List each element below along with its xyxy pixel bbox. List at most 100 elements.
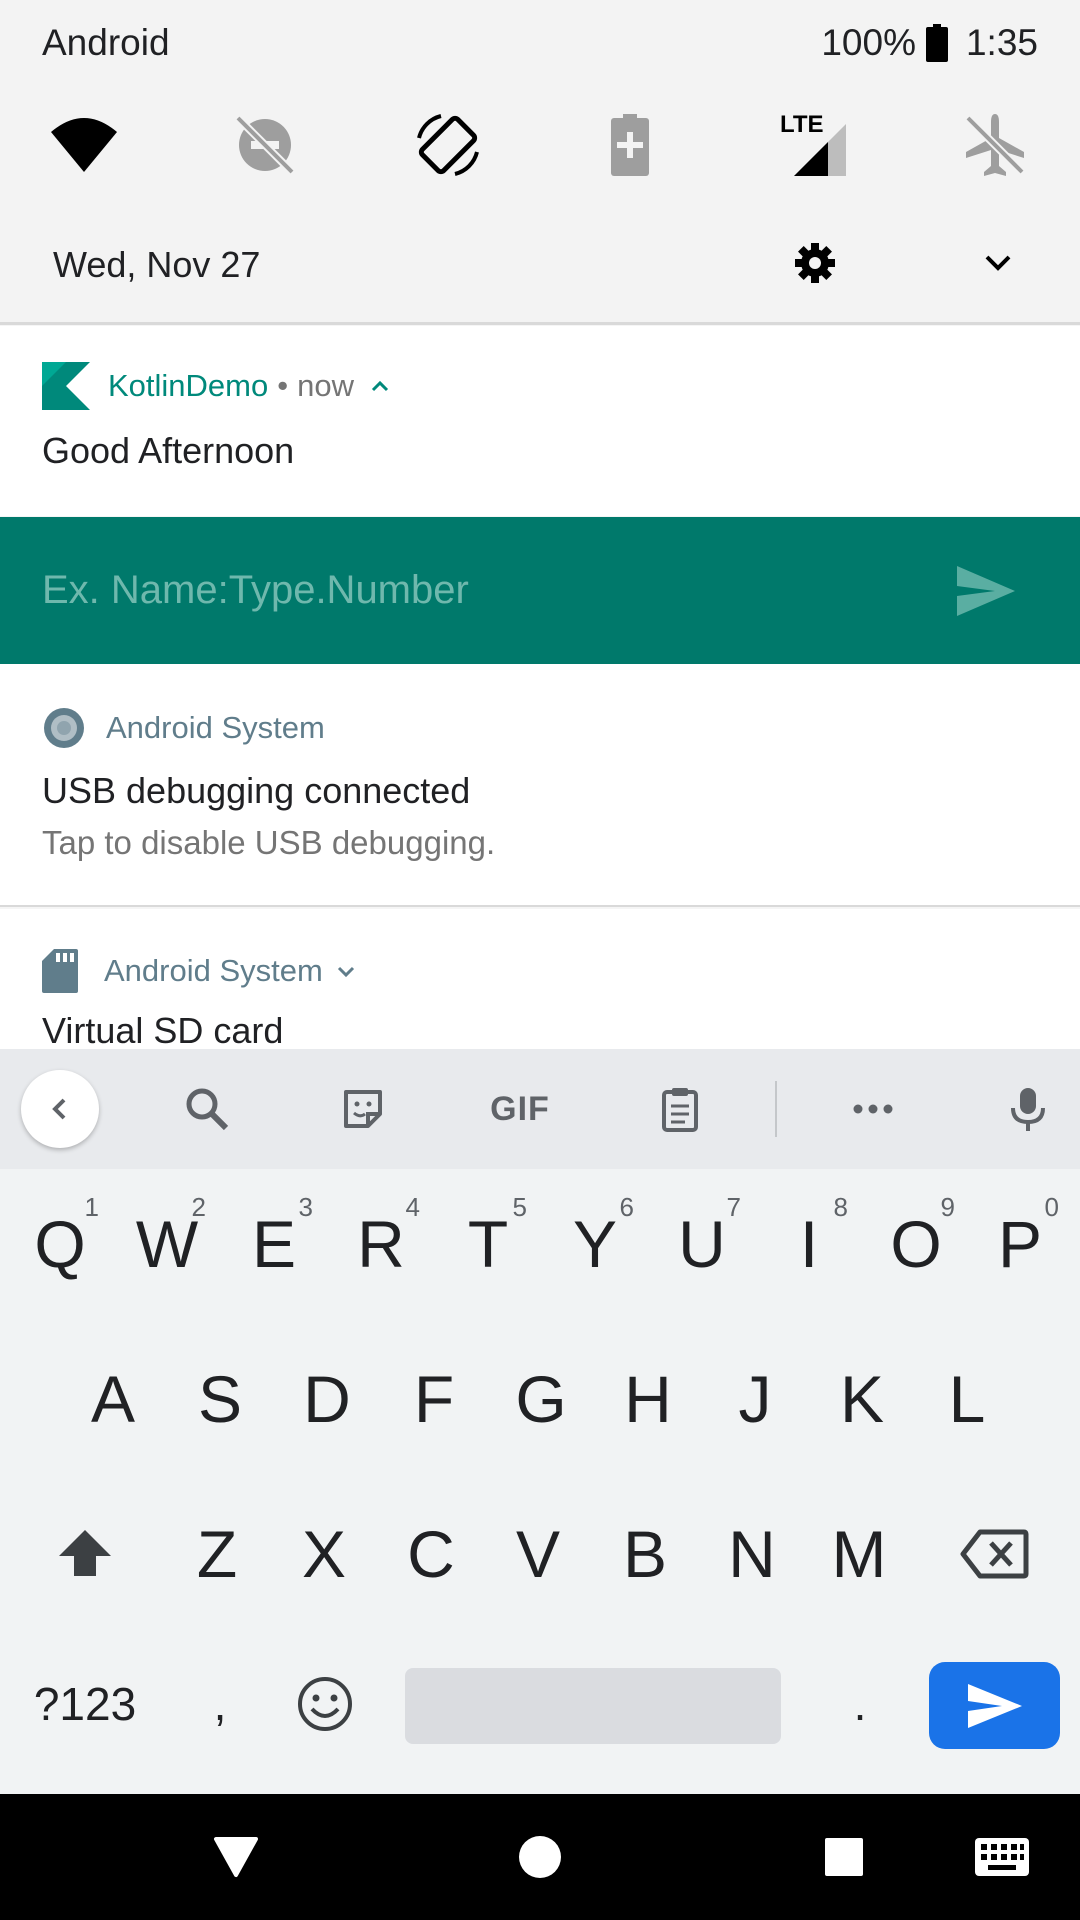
key-h[interactable]: H bbox=[603, 1339, 693, 1459]
key-v[interactable]: V bbox=[493, 1494, 583, 1614]
kotlin-notification[interactable]: KotlinDemo • now Good Afternoon bbox=[0, 326, 1080, 516]
key-l[interactable]: L bbox=[922, 1339, 1012, 1459]
wifi-tile[interactable] bbox=[44, 105, 124, 185]
symbols-key[interactable]: ?123 bbox=[20, 1649, 150, 1759]
clipboard-button[interactable] bbox=[650, 1079, 710, 1139]
key-hint: 1 bbox=[84, 1192, 99, 1222]
key-w[interactable]: W2 bbox=[122, 1184, 212, 1304]
notification-title: Virtual SD card bbox=[42, 1010, 284, 1051]
key-f[interactable]: F bbox=[389, 1339, 479, 1459]
key-d[interactable]: D bbox=[282, 1339, 372, 1459]
keyboard: GIF Q1 W 2 E 3 R 4 T 5 Y 6 U 7 I 8 O 9 P… bbox=[0, 1049, 1080, 1794]
voice-input-button[interactable] bbox=[998, 1079, 1058, 1139]
key-label: I bbox=[799, 1207, 819, 1281]
key-y[interactable]: Y6 bbox=[550, 1184, 640, 1304]
date-row: Wed, Nov 27 bbox=[0, 232, 1080, 296]
key-j[interactable]: J bbox=[710, 1339, 800, 1459]
battery-saver-tile[interactable] bbox=[590, 105, 670, 185]
key-label: ?123 bbox=[33, 1678, 137, 1730]
keyboard-search-button[interactable] bbox=[177, 1079, 237, 1139]
airplane-mode-tile[interactable] bbox=[955, 105, 1035, 185]
key-label: N bbox=[728, 1517, 776, 1591]
key-label: V bbox=[515, 1517, 561, 1591]
do-not-disturb-tile[interactable] bbox=[225, 105, 305, 185]
key-hint: 7 bbox=[726, 1192, 741, 1222]
backspace-key[interactable] bbox=[950, 1494, 1040, 1614]
key-label: . bbox=[853, 1678, 867, 1730]
recents-square-icon bbox=[825, 1838, 863, 1876]
key-hint: 0 bbox=[1044, 1192, 1059, 1222]
sd-card-notification[interactable]: Android System Virtual SD card bbox=[0, 909, 1080, 1051]
send-key[interactable] bbox=[929, 1662, 1060, 1749]
key-b[interactable]: B bbox=[600, 1494, 690, 1614]
chevron-down-icon[interactable] bbox=[333, 958, 359, 984]
sticker-button[interactable] bbox=[333, 1079, 393, 1139]
clipboard-icon bbox=[662, 1088, 698, 1132]
key-r[interactable]: R4 bbox=[336, 1184, 426, 1304]
key-z[interactable]: Z bbox=[172, 1494, 262, 1614]
key-s[interactable]: S bbox=[175, 1339, 265, 1459]
key-p[interactable]: P0 bbox=[975, 1184, 1065, 1304]
home-button[interactable] bbox=[510, 1827, 570, 1887]
key-label: H bbox=[624, 1362, 672, 1436]
key-k[interactable]: K bbox=[817, 1339, 907, 1459]
space-key[interactable] bbox=[405, 1668, 781, 1744]
clock: 1:35 bbox=[965, 22, 1038, 63]
gear-icon[interactable] bbox=[790, 238, 840, 288]
key-e[interactable]: E3 bbox=[229, 1184, 319, 1304]
reply-input[interactable] bbox=[42, 562, 902, 618]
more-options-button[interactable] bbox=[843, 1079, 903, 1139]
usb-debugging-notification[interactable]: Android System USB debugging connected T… bbox=[0, 664, 1080, 907]
shift-icon bbox=[59, 1530, 111, 1576]
key-label: A bbox=[90, 1362, 136, 1436]
auto-rotate-tile[interactable] bbox=[408, 105, 488, 185]
keyboard-switcher-button[interactable] bbox=[972, 1827, 1032, 1887]
chevron-down-icon[interactable] bbox=[975, 240, 1021, 286]
key-x[interactable]: X bbox=[279, 1494, 369, 1614]
notification-title: USB debugging connected bbox=[42, 770, 471, 811]
key-i[interactable]: I8 bbox=[764, 1184, 854, 1304]
key-c[interactable]: C bbox=[386, 1494, 476, 1614]
key-hint: 8 bbox=[833, 1192, 848, 1222]
back-button[interactable] bbox=[206, 1827, 266, 1887]
period-key[interactable]: . bbox=[820, 1649, 900, 1759]
shift-key[interactable] bbox=[40, 1494, 130, 1614]
kotlin-logo-icon bbox=[42, 362, 90, 410]
key-label: K bbox=[839, 1362, 885, 1436]
key-n[interactable]: N bbox=[707, 1494, 797, 1614]
key-label: S bbox=[197, 1362, 243, 1436]
key-label: Q bbox=[34, 1207, 86, 1281]
notification-header: Android System bbox=[42, 706, 325, 750]
comma-key[interactable]: , bbox=[180, 1649, 260, 1759]
key-g[interactable]: G bbox=[496, 1339, 586, 1459]
key-o[interactable]: O9 bbox=[871, 1184, 961, 1304]
gif-button[interactable]: GIF bbox=[490, 1079, 550, 1139]
sd-card-icon bbox=[42, 949, 78, 993]
app-name: Android System bbox=[104, 953, 323, 988]
emoji-key[interactable] bbox=[285, 1649, 365, 1759]
chevron-left-icon bbox=[52, 1098, 66, 1120]
key-label: B bbox=[622, 1517, 668, 1591]
notification-time: now bbox=[297, 368, 354, 403]
key-u[interactable]: U7 bbox=[657, 1184, 747, 1304]
key-label: X bbox=[301, 1517, 347, 1591]
gif-label: GIF bbox=[490, 1089, 550, 1128]
toolbar-collapse-button[interactable] bbox=[21, 1070, 99, 1148]
key-label: Z bbox=[196, 1517, 238, 1591]
carrier-label: Android bbox=[42, 22, 170, 63]
more-horizontal-icon bbox=[853, 1104, 893, 1114]
recents-button[interactable] bbox=[814, 1827, 874, 1887]
key-m[interactable]: M bbox=[814, 1494, 904, 1614]
status-right: 100% 1:35 bbox=[821, 22, 1038, 64]
quick-settings-tiles: LTE bbox=[0, 105, 1080, 185]
android-system-icon bbox=[44, 708, 84, 748]
key-label: W bbox=[135, 1207, 199, 1281]
key-a[interactable]: A bbox=[68, 1339, 158, 1459]
key-q[interactable]: Q1 bbox=[15, 1184, 105, 1304]
key-t[interactable]: T5 bbox=[443, 1184, 533, 1304]
battery-icon bbox=[925, 24, 948, 62]
mobile-data-tile[interactable]: LTE bbox=[775, 105, 855, 185]
chevron-up-icon[interactable] bbox=[366, 372, 394, 400]
key-label: P bbox=[997, 1207, 1043, 1281]
send-icon[interactable] bbox=[955, 564, 1017, 618]
